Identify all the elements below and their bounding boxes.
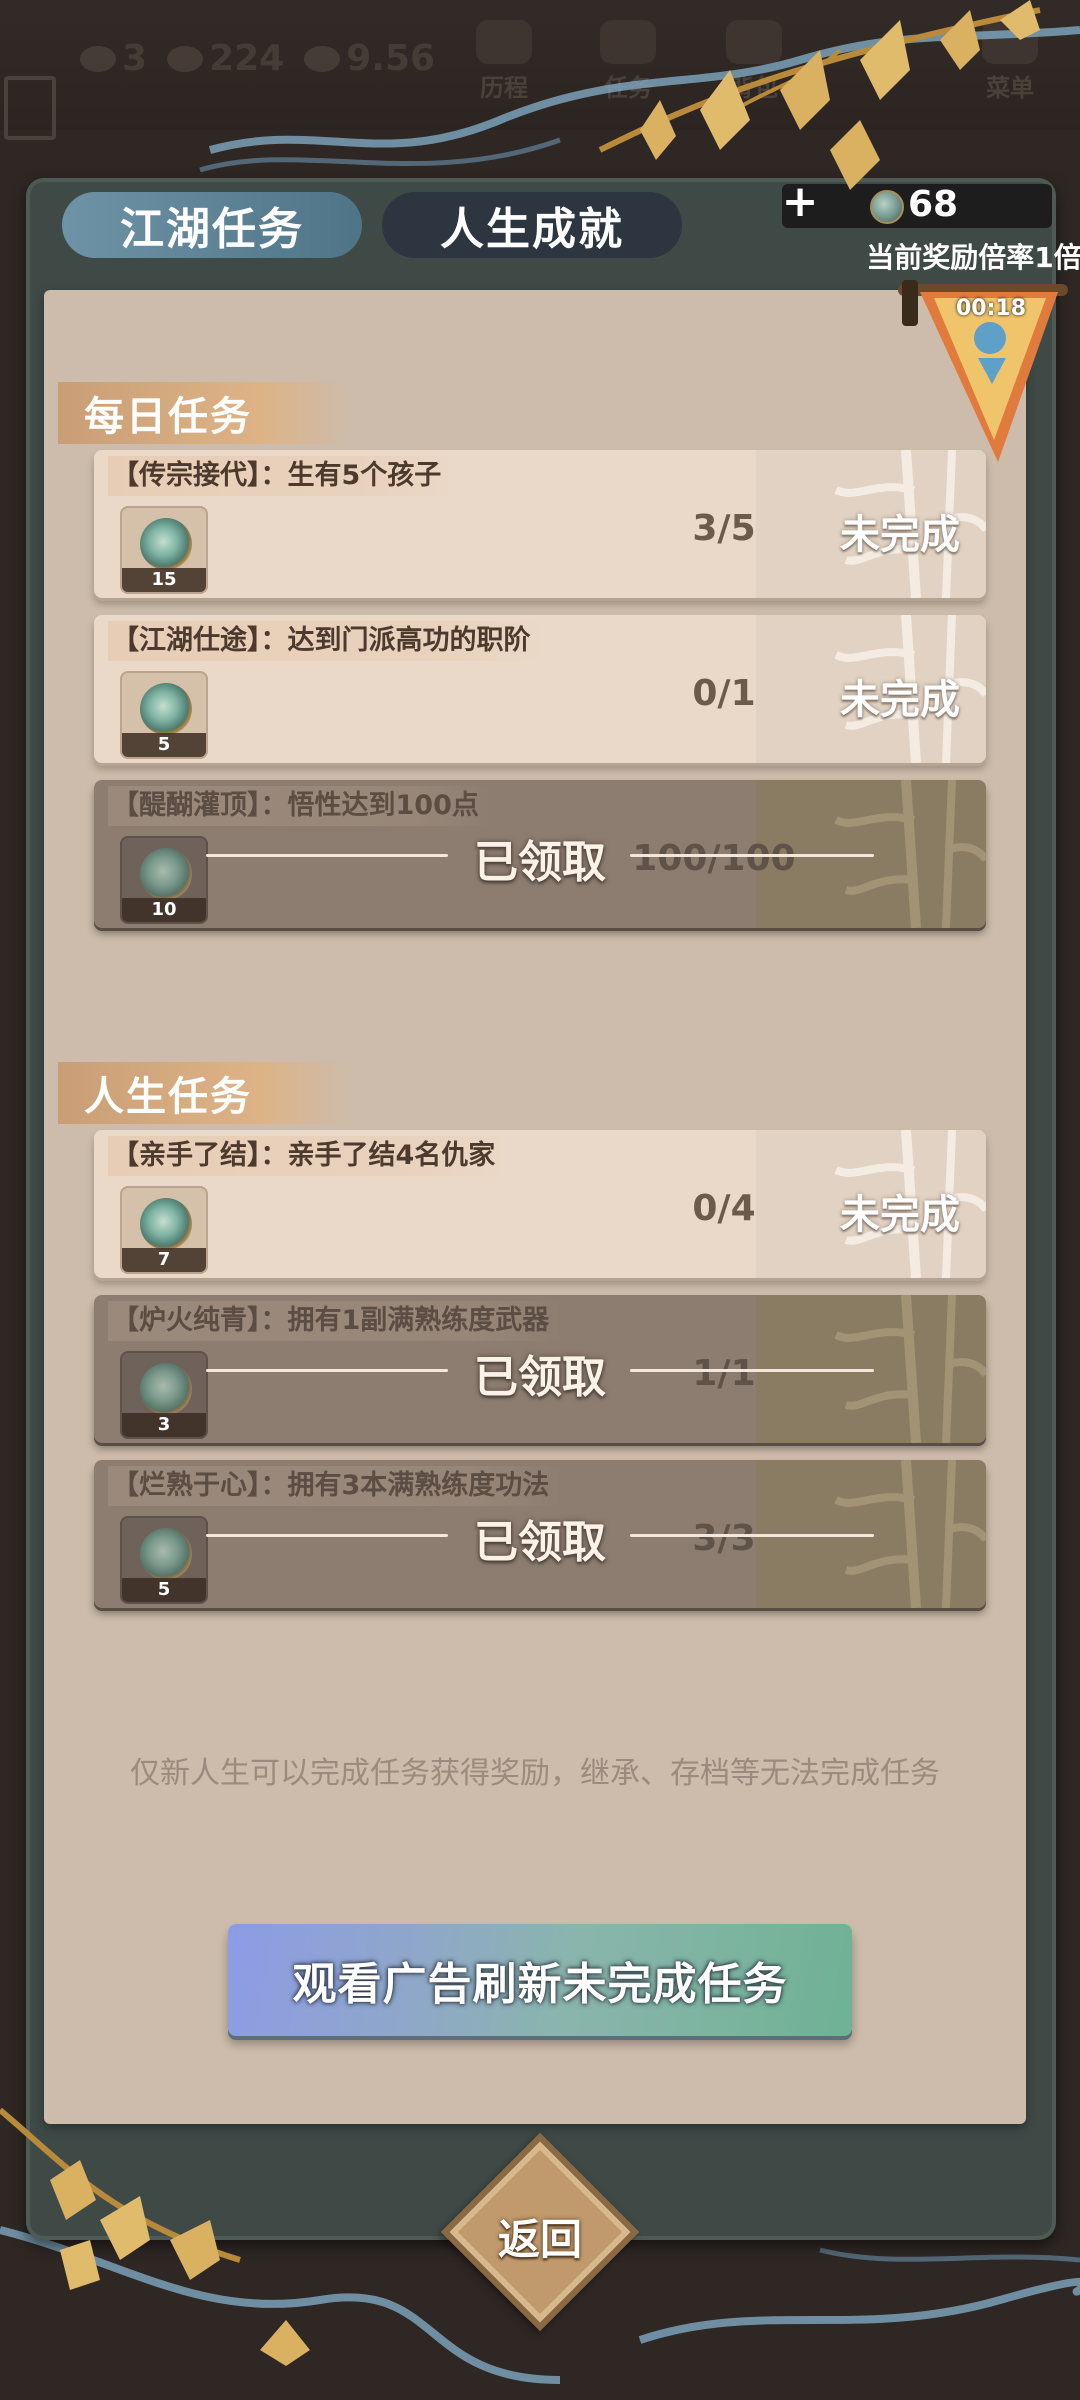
task-status: 未完成 bbox=[840, 1192, 960, 1238]
task-status: 未完成 bbox=[840, 677, 960, 723]
leaf-icon bbox=[167, 45, 204, 72]
background-menu-history: 历程 bbox=[476, 20, 532, 103]
claimed-line-left bbox=[206, 854, 448, 857]
tab-life-achievements[interactable]: 人生成就 bbox=[382, 192, 682, 258]
claimed-label: 已领取 bbox=[474, 1517, 606, 1568]
task-card[interactable]: 【传宗接代】：生有5个孩子 15 3/5 未完成 bbox=[94, 450, 986, 598]
back-button-label: 返回 bbox=[497, 2215, 582, 2264]
task-progress: 3/5 bbox=[692, 508, 756, 549]
task-progress: 0/4 bbox=[692, 1188, 756, 1229]
task-status: 未完成 bbox=[840, 512, 960, 558]
reward-amount: 5 bbox=[122, 1578, 206, 1602]
task-card[interactable]: 【亲手了结】：亲手了结4名仇家 7 0/4 未完成 bbox=[94, 1130, 986, 1278]
tab-bar: 江湖任务 人生成就 bbox=[62, 192, 682, 258]
claimed-label: 已领取 bbox=[474, 1352, 606, 1403]
task-card[interactable]: 【江湖仕途】：达到门派高功的职阶 5 0/1 未完成 bbox=[94, 615, 986, 763]
background-stat: 9.56 bbox=[304, 38, 435, 79]
claimed-line-right bbox=[630, 1534, 874, 1537]
reward-amount: 15 bbox=[122, 568, 206, 592]
reward-item: 7 bbox=[120, 1186, 208, 1274]
jade-coin-icon bbox=[140, 1528, 192, 1580]
task-card-claimed: 【烂熟于心】：拥有3本满熟练度功法 5 3/3 已领取 bbox=[94, 1460, 986, 1608]
task-progress: 0/1 bbox=[692, 673, 756, 714]
tab-jianghu-tasks[interactable]: 江湖任务 bbox=[62, 192, 362, 258]
reward-amount: 5 bbox=[122, 733, 206, 757]
background-stat: 224 bbox=[167, 38, 284, 79]
task-label: 【醍醐灌顶】：悟性达到100点 bbox=[108, 786, 491, 826]
refresh-timer: 00:18 bbox=[956, 296, 1027, 321]
jade-coin-icon bbox=[140, 518, 192, 570]
section-title-daily: 每日任务 bbox=[58, 382, 348, 444]
task-label: 【烂熟于心】：拥有3本满熟练度功法 bbox=[108, 1466, 562, 1506]
jade-coin-icon bbox=[870, 190, 904, 224]
jade-coin-icon bbox=[140, 1363, 192, 1415]
section-title-life: 人生任务 bbox=[58, 1062, 348, 1124]
menu-icon bbox=[982, 20, 1038, 64]
background-menu-menu: 菜单 bbox=[982, 20, 1038, 103]
task-progress: 100/100 bbox=[632, 838, 796, 879]
jade-coin-icon bbox=[140, 683, 192, 735]
jade-coin-icon bbox=[140, 848, 192, 900]
reward-item: 10 bbox=[120, 836, 208, 924]
golden-leaf-icon bbox=[260, 2320, 310, 2366]
jade-coin-count: 68 bbox=[908, 184, 959, 225]
bag-icon bbox=[726, 20, 782, 64]
background-menu-tasks: 任务 bbox=[600, 20, 656, 103]
claimed-label: 已领取 bbox=[474, 837, 606, 888]
reward-rate-text: 当前奖励倍率1倍 bbox=[866, 241, 1080, 274]
ingot-icon bbox=[304, 45, 341, 72]
reward-amount: 10 bbox=[122, 898, 206, 922]
tasks-icon bbox=[600, 20, 656, 64]
task-label: 【炉火纯青】：拥有1副满熟练度武器 bbox=[108, 1301, 562, 1341]
task-label: 【江湖仕途】：达到门派高功的职阶 bbox=[108, 621, 543, 661]
task-notice: 仅新人生可以完成任务获得奖励，继承、存档等无法完成任务 bbox=[130, 1756, 940, 1791]
task-card-claimed: 【醍醐灌顶】：悟性达到100点 10 100/100 已领取 bbox=[94, 780, 986, 928]
claimed-line-right bbox=[630, 854, 874, 857]
background-stats: 3 224 9.56 bbox=[80, 38, 435, 79]
reward-item: 15 bbox=[120, 506, 208, 594]
task-label: 【亲手了结】：亲手了结4名仇家 bbox=[108, 1136, 508, 1176]
claimed-line-left bbox=[206, 1369, 448, 1372]
reward-amount: 7 bbox=[122, 1248, 206, 1272]
reward-item: 5 bbox=[120, 1516, 208, 1604]
task-progress: 3/3 bbox=[692, 1518, 756, 1559]
coin-icon bbox=[80, 45, 116, 72]
background-menu-bag: 背包 bbox=[726, 20, 782, 103]
add-currency-button[interactable]: + bbox=[780, 180, 820, 224]
claimed-line-left bbox=[206, 1534, 448, 1537]
claimed-line-right bbox=[630, 1369, 874, 1372]
history-icon bbox=[476, 20, 532, 64]
reward-item: 3 bbox=[120, 1351, 208, 1439]
task-card-claimed: 【炉火纯青】：拥有1副满熟练度武器 3 1/1 已领取 bbox=[94, 1295, 986, 1443]
background-profile-icon bbox=[4, 76, 56, 140]
task-label: 【传宗接代】：生有5个孩子 bbox=[108, 456, 454, 496]
jade-coin-icon bbox=[140, 1198, 192, 1250]
task-progress: 1/1 bbox=[692, 1353, 756, 1394]
reward-amount: 3 bbox=[122, 1413, 206, 1437]
background-stat: 3 bbox=[80, 38, 147, 79]
watch-ad-refresh-button[interactable]: 观看广告刷新未完成任务 bbox=[228, 1924, 852, 2036]
reward-item: 5 bbox=[120, 671, 208, 759]
